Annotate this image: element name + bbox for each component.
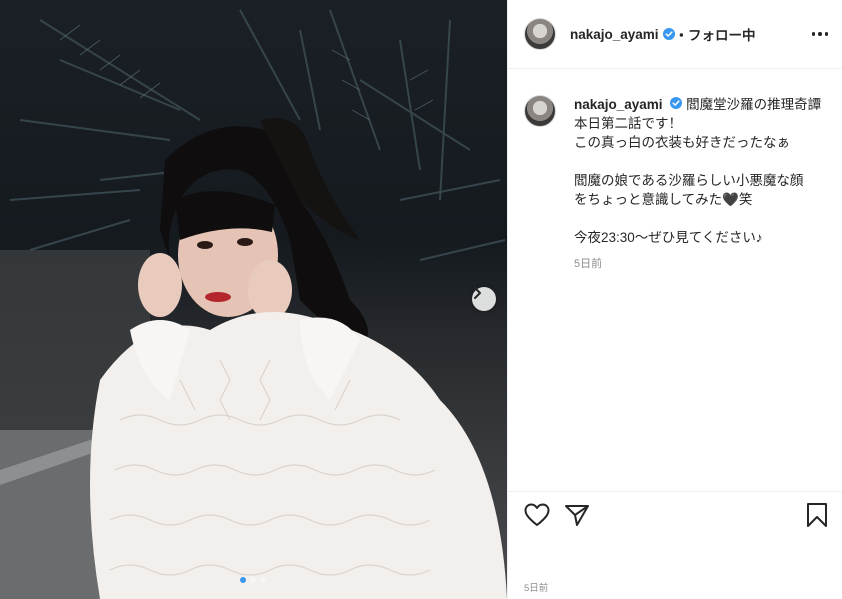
carousel-dot-active: [240, 577, 246, 583]
verified-badge-icon: [670, 97, 683, 109]
header-username[interactable]: nakajo_ayami: [570, 27, 659, 42]
post-photo[interactable]: [0, 0, 507, 599]
post-header: nakajo_ayami ・フォロー中: [508, 0, 842, 69]
action-bar: [508, 491, 842, 543]
carousel-next-button[interactable]: [472, 287, 496, 311]
photo-illustration: [0, 9, 507, 599]
caption: nakajo_ayami 閻魔堂沙羅の推理奇譚 本日第二話です！ この真っ白の衣…: [508, 69, 842, 274]
caption-line: この真っ白の衣装も好きだったなぁ: [574, 135, 790, 150]
follow-status[interactable]: ・フォロー中: [675, 24, 756, 44]
caption-title: 閻魔堂沙羅の推理奇譚: [686, 97, 822, 112]
caption-line: 本日第二話です！: [574, 116, 682, 131]
carousel-indicator: [240, 577, 266, 583]
share-icon[interactable]: [564, 503, 590, 532]
bookmark-icon[interactable]: [806, 502, 828, 533]
carousel-dot: [260, 577, 266, 583]
post-timestamp[interactable]: 5日前: [524, 580, 548, 594]
caption-line: をちょっと意識してみた🖤笑: [574, 192, 753, 207]
caption-timestamp[interactable]: 5日前: [574, 255, 824, 274]
more-options-icon[interactable]: [811, 32, 828, 36]
avatar[interactable]: [524, 95, 556, 127]
verified-badge-icon: [662, 28, 675, 40]
caption-body: nakajo_ayami 閻魔堂沙羅の推理奇譚 本日第二話です！ この真っ白の衣…: [574, 95, 824, 274]
heart-icon[interactable]: [524, 503, 550, 532]
caption-username[interactable]: nakajo_ayami: [574, 97, 663, 112]
caption-line: 今夜23:30〜ぜひ見てください♪: [574, 230, 763, 245]
avatar[interactable]: [524, 18, 556, 50]
post-side-panel: nakajo_ayami ・フォロー中 nakajo_ayami 閻魔堂沙羅の推…: [507, 0, 842, 599]
caption-line: 閻魔の娘である沙羅らしい小悪魔な顔: [574, 173, 804, 188]
carousel-dot: [250, 577, 256, 583]
chevron-right-icon: [474, 287, 481, 299]
